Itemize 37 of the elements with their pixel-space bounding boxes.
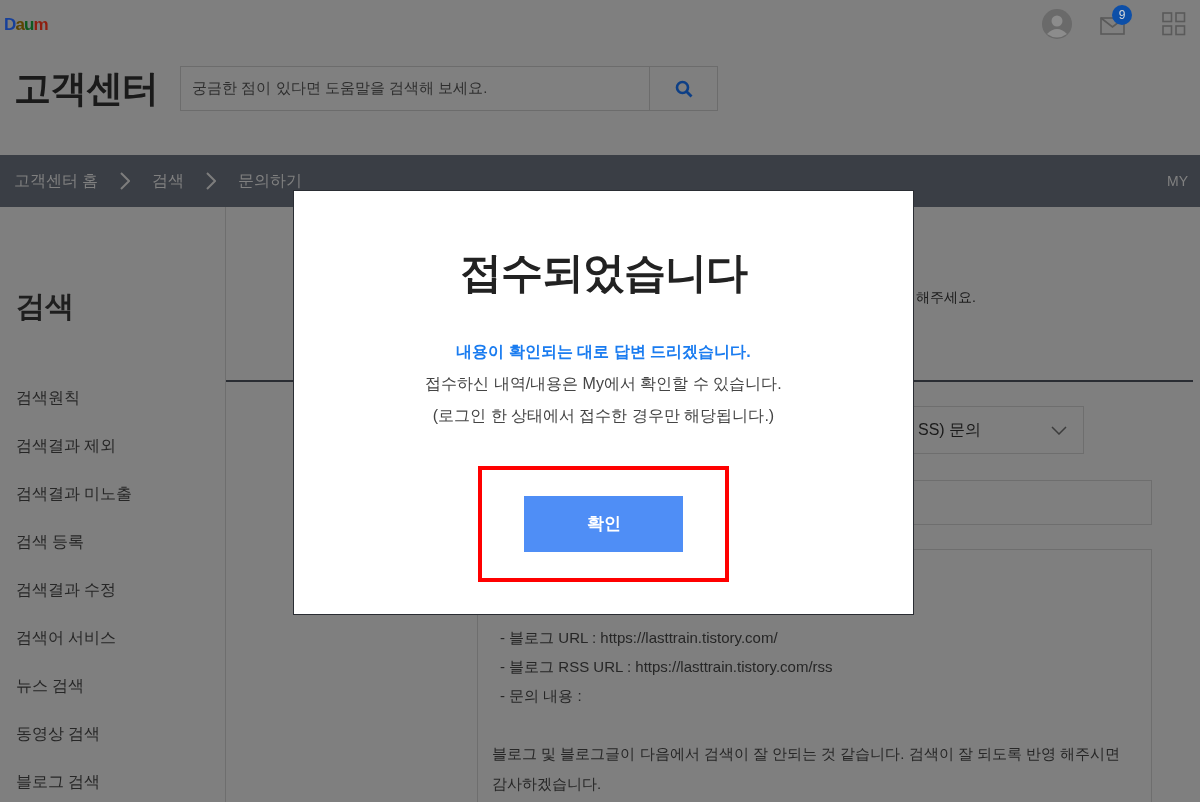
sidebar-item[interactable]: 블로그 검색 <box>16 770 225 793</box>
dialog-title: 접수되었습니다 <box>460 248 747 298</box>
sidebar-item[interactable]: 검색결과 미노출 <box>16 482 225 505</box>
dialog-highlight-text: 내용이 확인되는 대로 답변 드리겠습니다. <box>456 342 751 362</box>
search-icon <box>674 79 693 98</box>
mail-button[interactable]: 9 <box>1100 5 1134 37</box>
page-title: 고객센터 <box>14 66 159 111</box>
sidebar-item[interactable]: 검색결과 수정 <box>16 578 225 601</box>
grid-menu-icon[interactable] <box>1162 12 1186 36</box>
search-field[interactable]: 궁금한 점이 있다면 도움말을 검색해 보세요. <box>180 66 651 111</box>
envelope-icon <box>1100 17 1125 35</box>
body-line: - 문의 내용 : <box>499 686 582 706</box>
breadcrumb-link[interactable]: 고객센터 홈 <box>14 169 99 193</box>
sidebar-item[interactable]: 검색원칙 <box>16 386 225 409</box>
avatar-icon[interactable] <box>1042 9 1072 39</box>
chevron-down-icon <box>1051 425 1067 435</box>
confirm-button[interactable]: 확인 <box>524 496 683 552</box>
breadcrumb-link[interactable]: 문의하기 <box>238 169 303 193</box>
body-line: - 블로그 URL : https://lasttrain.tistory.com/ <box>499 628 778 648</box>
my-link[interactable]: MY <box>1167 170 1188 192</box>
unread-badge: 9 <box>1112 5 1132 25</box>
notice-text: 해주세요. <box>916 288 976 307</box>
sidebar-heading: 검색 <box>16 289 75 324</box>
dialog-text: 접수하신 내역/내용은 My에서 확인할 수 있습니다. <box>425 374 782 394</box>
body-paragraph: 블로그 및 블로그글이 다음에서 검색이 잘 안되는 것 같습니다. 검색이 잘 되도록 반영 해주시면 감사하겠습니다. <box>492 744 1122 794</box>
logo[interactable]: Daum <box>4 15 48 33</box>
sidebar-item[interactable]: 뉴스 검색 <box>16 674 225 697</box>
chevron-right-icon <box>120 172 131 190</box>
breadcrumb-link[interactable]: 검색 <box>152 169 185 193</box>
sidebar-item[interactable]: 검색 등록 <box>16 530 225 553</box>
chevron-right-icon <box>206 172 217 190</box>
search-button[interactable] <box>650 66 719 111</box>
sidebar-item[interactable]: 동영상 검색 <box>16 722 225 745</box>
body-line: - 블로그 RSS URL : https://lasttrain.tistory.com/rss <box>499 657 833 677</box>
sidebar-item[interactable]: 검색어 서비스 <box>16 626 225 649</box>
sidebar-item[interactable]: 검색결과 제외 <box>16 434 225 457</box>
dialog-text: (로그인 한 상태에서 접수한 경우만 해당됩니다.) <box>432 406 775 426</box>
